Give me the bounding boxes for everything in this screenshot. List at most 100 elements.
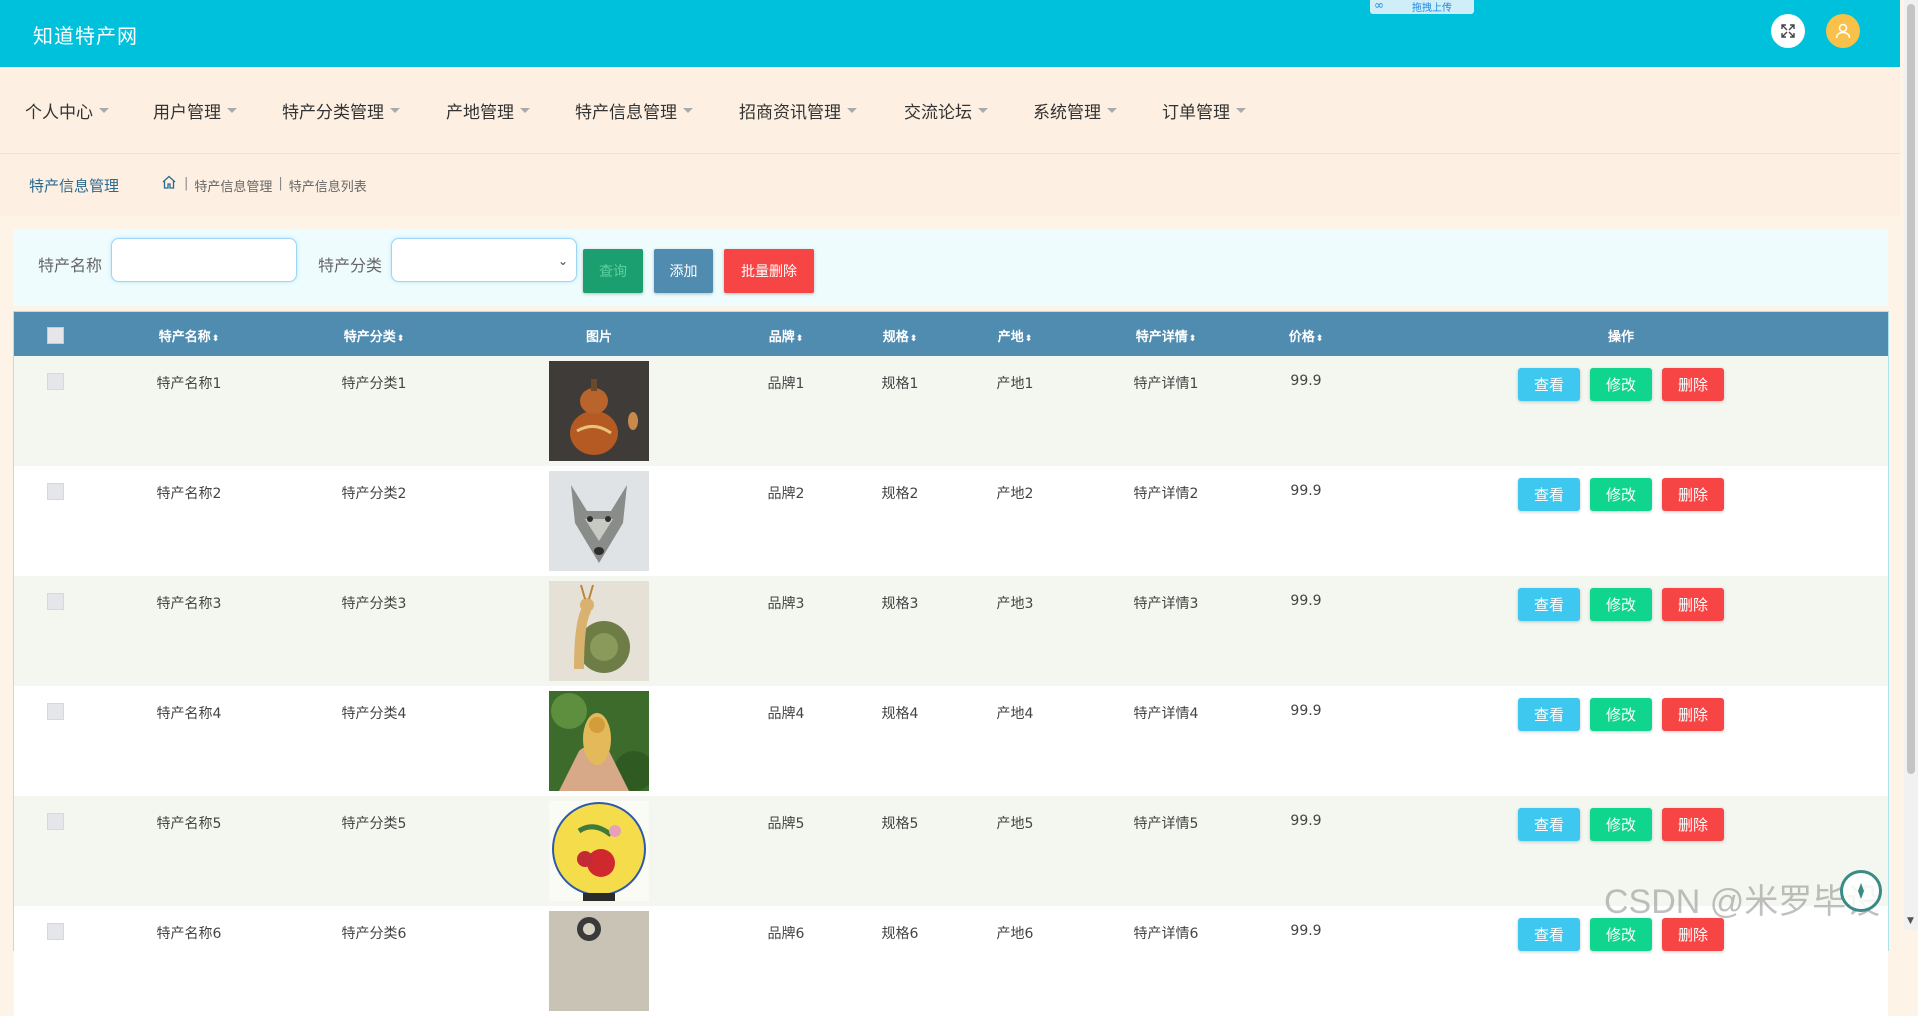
edit-button[interactable]: 修改 xyxy=(1590,368,1652,401)
column-header-detail[interactable]: 特产详情⬍ xyxy=(1136,326,1197,345)
nav-item-category-management[interactable]: 特产分类管理 xyxy=(282,98,400,123)
column-header-name[interactable]: 特产名称⬍ xyxy=(159,326,220,345)
nav-item-label: 个人中心 xyxy=(25,103,93,123)
cell-origin: 产地1 xyxy=(996,376,1034,392)
cell-category: 特产分类1 xyxy=(341,376,407,392)
scroll-down-arrow-icon[interactable]: ▼ xyxy=(1907,916,1914,926)
link-icon: ∞ xyxy=(1374,0,1384,12)
cell-spec: 规格5 xyxy=(881,816,919,832)
nav-item-forum[interactable]: 交流论坛 xyxy=(904,98,988,123)
bulk-delete-button[interactable]: 批量删除 xyxy=(724,249,814,293)
search-button[interactable]: 查询 xyxy=(583,249,643,293)
caret-down-icon xyxy=(520,108,530,113)
view-button[interactable]: 查看 xyxy=(1518,368,1580,401)
expand-icon xyxy=(1781,24,1795,38)
cell-brand: 品牌6 xyxy=(767,926,805,942)
column-header-spec[interactable]: 规格⬍ xyxy=(883,326,918,345)
cell-name: 特产名称2 xyxy=(156,486,222,502)
nav-item-label: 交流论坛 xyxy=(904,103,972,123)
cell-detail: 特产详情1 xyxy=(1133,376,1199,392)
product-image[interactable] xyxy=(549,581,649,681)
category-select[interactable]: ⌄ xyxy=(391,238,577,282)
product-image[interactable] xyxy=(549,911,649,1011)
nav-item-label: 特产分类管理 xyxy=(282,103,384,123)
table-row: 特产名称2 特产分类2 品牌2 规格2 产地2 特产详情2 99.9 查看 修改… xyxy=(14,466,1888,576)
cell-name: 特产名称4 xyxy=(156,706,222,722)
view-button[interactable]: 查看 xyxy=(1518,478,1580,511)
column-header-category[interactable]: 特产分类⬍ xyxy=(344,326,405,345)
view-button[interactable]: 查看 xyxy=(1518,918,1580,951)
nav-item-personal-center[interactable]: 个人中心 xyxy=(25,98,109,123)
delete-button[interactable]: 删除 xyxy=(1662,588,1724,621)
cell-detail: 特产详情5 xyxy=(1133,816,1199,832)
name-search-input[interactable] xyxy=(111,238,297,282)
edit-button[interactable]: 修改 xyxy=(1590,478,1652,511)
cell-spec: 规格3 xyxy=(881,596,919,612)
cell-brand: 品牌3 xyxy=(767,596,805,612)
name-filter-label: 特产名称 xyxy=(38,256,103,275)
delete-button[interactable]: 删除 xyxy=(1662,698,1724,731)
sort-icon: ⬍ xyxy=(909,334,918,344)
view-button[interactable]: 查看 xyxy=(1518,698,1580,731)
delete-button[interactable]: 删除 xyxy=(1662,808,1724,841)
row-checkbox[interactable] xyxy=(47,703,64,720)
row-checkbox[interactable] xyxy=(47,373,64,390)
breadcrumb-trail: | 特产信息管理 | 特产信息列表 xyxy=(184,176,367,195)
row-checkbox[interactable] xyxy=(47,923,64,940)
user-avatar-button[interactable] xyxy=(1826,14,1860,48)
breadcrumb: 特产信息管理 | 特产信息管理 | 特产信息列表 xyxy=(0,154,1900,216)
view-button[interactable]: 查看 xyxy=(1518,588,1580,621)
cell-name: 特产名称1 xyxy=(156,376,222,392)
nav-item-system-management[interactable]: 系统管理 xyxy=(1033,98,1117,123)
cell-detail: 特产详情2 xyxy=(1133,486,1199,502)
nav-item-label: 特产信息管理 xyxy=(575,103,677,123)
breadcrumb-item: 特产信息列表 xyxy=(288,180,367,195)
cell-origin: 产地3 xyxy=(996,596,1034,612)
nav-item-origin-management[interactable]: 产地管理 xyxy=(446,98,530,123)
product-image[interactable] xyxy=(549,471,649,571)
fullscreen-button[interactable] xyxy=(1771,14,1805,48)
edit-button[interactable]: 修改 xyxy=(1590,698,1652,731)
compass-float-button[interactable] xyxy=(1840,870,1882,912)
delete-button[interactable]: 删除 xyxy=(1662,368,1724,401)
nav-item-investment-news[interactable]: 招商资讯管理 xyxy=(739,98,857,123)
cell-origin: 产地4 xyxy=(996,706,1034,722)
column-header-origin[interactable]: 产地⬍ xyxy=(998,326,1033,345)
delete-button[interactable]: 删除 xyxy=(1662,478,1724,511)
breadcrumb-item[interactable]: 特产信息管理 xyxy=(194,176,272,195)
scroll-thumb[interactable] xyxy=(1907,4,1915,774)
product-table: 特产名称⬍ 特产分类⬍ 图片 品牌⬍ 规格⬍ 产地⬍ 特产详情⬍ 价格⬍ 操作 … xyxy=(13,311,1889,1016)
row-checkbox[interactable] xyxy=(47,483,64,500)
edit-button[interactable]: 修改 xyxy=(1590,588,1652,621)
nav-item-order-management[interactable]: 订单管理 xyxy=(1162,98,1246,123)
sort-icon: ⬍ xyxy=(396,334,405,344)
page-scrollbar[interactable]: ▼ xyxy=(1904,0,1918,930)
nav-item-product-management[interactable]: 特产信息管理 xyxy=(575,98,693,123)
row-checkbox[interactable] xyxy=(47,813,64,830)
view-button[interactable]: 查看 xyxy=(1518,808,1580,841)
column-header-brand[interactable]: 品牌⬍ xyxy=(769,326,804,345)
nav-item-user-management[interactable]: 用户管理 xyxy=(153,98,237,123)
upload-chip[interactable]: ∞ 拖拽上传 xyxy=(1370,0,1474,14)
product-image[interactable] xyxy=(549,691,649,791)
cell-category: 特产分类3 xyxy=(341,596,407,612)
edit-button[interactable]: 修改 xyxy=(1590,808,1652,841)
cell-name: 特产名称5 xyxy=(156,816,222,832)
cell-spec: 规格1 xyxy=(881,376,919,392)
cell-brand: 品牌1 xyxy=(767,376,805,392)
select-all-checkbox[interactable] xyxy=(47,327,64,344)
cell-detail: 特产详情6 xyxy=(1133,926,1199,942)
chevron-down-icon: ⌄ xyxy=(557,254,568,268)
upload-chip-label: 拖拽上传 xyxy=(1412,3,1452,14)
user-icon xyxy=(1835,23,1851,39)
product-image[interactable] xyxy=(549,801,649,901)
add-button[interactable]: 添加 xyxy=(654,249,713,293)
product-image[interactable] xyxy=(549,361,649,461)
home-icon[interactable] xyxy=(161,174,177,194)
row-checkbox[interactable] xyxy=(47,593,64,610)
column-header-price[interactable]: 价格⬍ xyxy=(1289,326,1324,345)
cell-name: 特产名称6 xyxy=(156,926,222,942)
column-header-image: 图片 xyxy=(585,330,613,345)
table-row: 特产名称3 特产分类3 品牌3 规格3 产地3 特产详情3 99.9 查看 修改… xyxy=(14,576,1888,686)
cell-price: 99.9 xyxy=(1290,813,1322,829)
